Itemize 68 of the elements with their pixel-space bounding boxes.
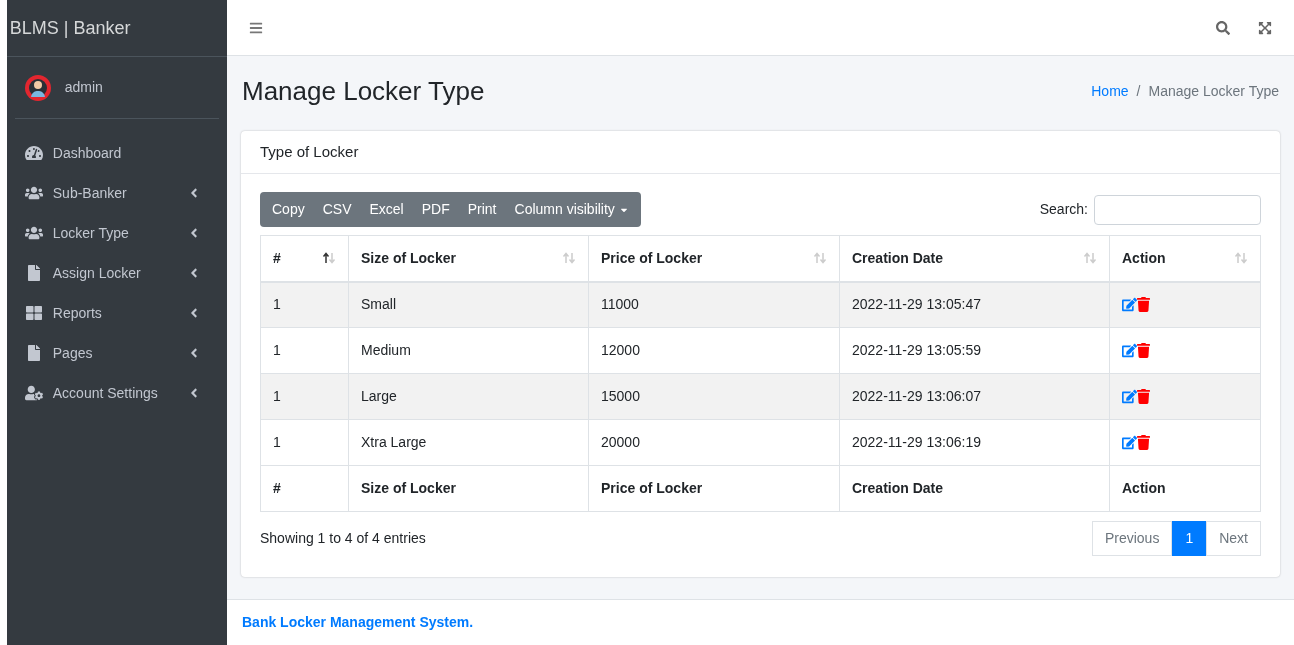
delete-icon[interactable] [1137,435,1150,450]
table-cell: 15000 [588,373,840,420]
column-footer: Size of Locker [348,465,589,512]
export-button[interactable]: PDF [412,192,459,227]
table-cell: Large [348,373,589,420]
sidebar-item[interactable]: Account Settings [14,373,219,413]
user-name[interactable]: admin [64,77,103,98]
edit-icon[interactable] [1122,435,1137,450]
card-title: Type of Locker [260,141,359,162]
avatar-icon [22,72,53,103]
column-footer: Creation Date [839,465,1110,512]
search-icon[interactable] [1216,20,1230,35]
column-header[interactable]: # [260,235,349,282]
dashboard-icon [24,145,43,161]
column-header[interactable]: Action [1109,235,1261,282]
sidebar-item[interactable]: Dashboard [14,133,219,173]
sidebar-item[interactable]: Reports [14,293,219,333]
sidebar-item[interactable]: Locker Type [14,213,219,253]
sidebar-item[interactable]: Sub-Banker [14,173,219,213]
delete-icon[interactable] [1137,389,1150,404]
column-footer: Price of Locker [588,465,840,512]
export-button[interactable]: Column visibility [505,192,638,227]
search-field[interactable] [1094,194,1261,225]
export-button[interactable]: CSV [313,192,361,227]
table-cell: Medium [348,327,589,374]
table-cell: 1 [260,281,349,328]
grid-icon [24,305,43,321]
users-icon [24,225,43,241]
export-button[interactable]: Excel [360,192,413,227]
footer-link[interactable]: Bank Locker Management System. [242,612,474,633]
table-cell: 2022-11-29 13:05:59 [839,327,1110,374]
brand-name[interactable]: BLMS | Banker [9,14,131,42]
entries-info: Showing 1 to 4 of 4 entries [260,529,426,548]
column-footer: # [260,465,349,512]
breadcrumb-current: Manage Locker Type [1148,82,1279,101]
export-button[interactable]: Print [458,192,506,227]
table-cell: 1 [260,373,349,420]
table-cell: 1 [260,419,349,466]
table-cell: Small [348,281,589,328]
page-title: Manage Locker Type [242,75,485,108]
pagination-button[interactable]: 1 [1172,521,1207,556]
sidebar-item[interactable]: Pages [14,333,219,373]
users-icon [24,185,43,201]
column-header[interactable]: Size of Locker [348,235,589,282]
menu-icon[interactable] [249,20,263,35]
table-cell: 20000 [588,419,840,466]
table-cell: 2022-11-29 13:06:19 [839,419,1110,466]
breadcrumb-separator: / [1136,82,1141,101]
user-gear-icon [24,385,43,401]
edit-icon[interactable] [1122,343,1137,358]
column-header[interactable]: Price of Locker [588,235,840,282]
table-cell: 2022-11-29 13:06:07 [839,373,1110,420]
edit-icon[interactable] [1122,389,1137,404]
export-button[interactable]: Copy [263,192,314,227]
table-cell: Xtra Large [348,419,589,466]
table-cell: 2022-11-29 13:05:47 [839,281,1110,328]
table-cell: 11000 [588,281,840,328]
column-footer: Action [1109,465,1261,512]
delete-icon[interactable] [1137,343,1150,358]
breadcrumb-link[interactable]: Home [1091,81,1129,102]
fullscreen-icon[interactable] [1258,20,1272,35]
sidebar-item[interactable]: Assign Locker [14,253,219,293]
delete-icon[interactable] [1137,297,1150,313]
table-cell: 1 [260,327,349,374]
column-header[interactable]: Creation Date [839,235,1110,282]
edit-icon[interactable] [1122,297,1137,313]
table-cell: 12000 [588,327,840,374]
search-label: Search: [1039,200,1088,219]
